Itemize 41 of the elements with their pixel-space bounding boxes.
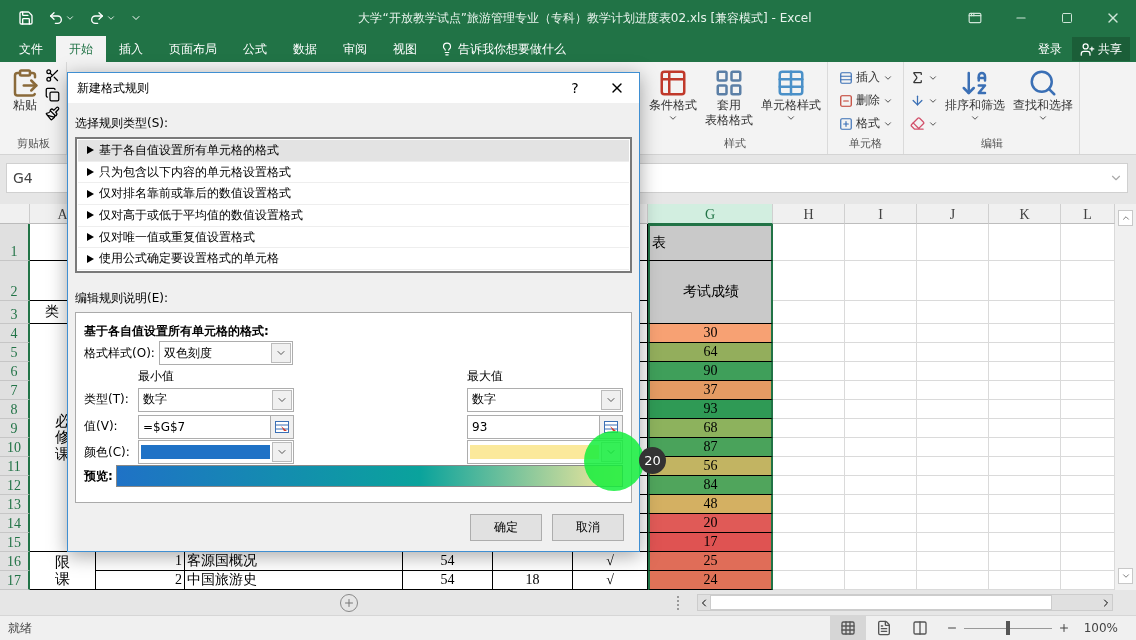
title-cell: 表 — [648, 224, 773, 262]
table-cell: √ — [573, 552, 648, 572]
table-cell: 17 — [648, 533, 773, 553]
field-label: 格式样式(O): — [84, 344, 155, 362]
table-cell: 1 — [96, 552, 185, 572]
table-cell: 20 — [648, 514, 773, 534]
window-title: 大学“开放教学试点”旅游管理专业（专科）教学计划进度表02.xls [兼容模式] - Excel — [357, 9, 813, 27]
table-cell: 18 — [493, 571, 573, 591]
dialog-title: 新建格式规则 — [77, 79, 150, 97]
table-cell: 客源国概况 — [185, 552, 403, 572]
table-cell: 2 — [96, 571, 185, 591]
category-label: 限课 — [55, 554, 70, 588]
status-text: 就绪 — [8, 619, 32, 637]
table-cell: 68 — [648, 419, 773, 439]
table-cell: 90 — [648, 362, 773, 382]
group-label: 单元格 — [849, 136, 882, 153]
table-cell: 30 — [648, 324, 773, 344]
section-label: 选择规则类型(S): — [75, 115, 170, 132]
field-label: 预览: — [84, 467, 114, 485]
group-label: 样式 — [723, 136, 746, 153]
field-label: 类型(T): — [84, 391, 130, 408]
table-cell: 54 — [403, 552, 493, 572]
table-cell: 64 — [648, 343, 773, 363]
table-cell: 25 — [648, 552, 773, 572]
group-label: 编辑 — [980, 136, 1003, 153]
table-cell: 37 — [648, 381, 773, 401]
table-cell: 84 — [648, 476, 773, 496]
table-cell: 中国旅游史 — [185, 571, 403, 591]
table-cell: 93 — [648, 400, 773, 420]
column-heading: 最小值 — [138, 367, 175, 385]
zoom-reading: 100% — [1083, 621, 1118, 635]
table-cell: 24 — [648, 571, 773, 591]
field-label: 颜色(C): — [84, 443, 131, 461]
rule-heading: 基于各自值设置所有单元格的格式: — [84, 322, 270, 340]
group-label: 剪贴板 — [16, 136, 50, 153]
header-cell: 考试成绩 — [648, 261, 773, 325]
column-heading: 最大值 — [467, 367, 504, 385]
table-cell: 54 — [403, 571, 493, 591]
field-label: 值(V): — [84, 418, 119, 435]
table-cell: √ — [573, 571, 648, 591]
table-cell: 48 — [648, 495, 773, 515]
